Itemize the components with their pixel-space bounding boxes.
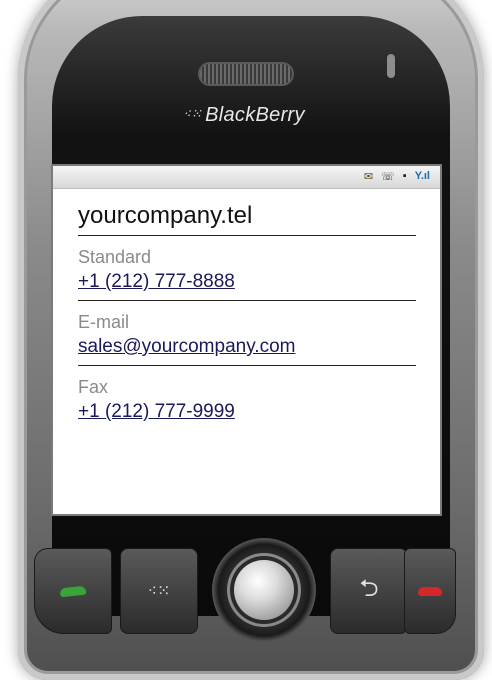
phone-green-icon xyxy=(59,585,87,597)
keypad-row: ⁖⁙ ⮌ xyxy=(34,538,456,642)
contact-entry-email: E-mail sales@yourcompany.com xyxy=(78,301,416,366)
phone-screen: ✉ ☏ ▪ Y.ıl yourcompany.tel Standard +1 (… xyxy=(51,164,442,516)
phone-red-icon xyxy=(418,586,442,596)
mail-icon: ✉ xyxy=(363,171,374,183)
blackberry-logo-icon: ⁖⁙ xyxy=(183,106,203,121)
contact-entry-standard: Standard +1 (212) 777-8888 xyxy=(78,236,416,301)
menu-button[interactable]: ⁖⁙ xyxy=(120,548,198,634)
back-button[interactable]: ⮌ xyxy=(330,548,408,634)
brand-name: BlackBerry xyxy=(205,104,305,126)
trackball-ball[interactable] xyxy=(234,560,294,620)
status-icons: ✉ ☏ ▪ Y.ıl xyxy=(364,170,430,183)
entry-label: Fax xyxy=(78,377,109,397)
fax-link[interactable]: +1 (212) 777-9999 xyxy=(78,398,416,426)
entry-label: Standard xyxy=(78,247,152,267)
back-arrow-icon: ⮌ xyxy=(359,574,379,602)
call-button[interactable] xyxy=(34,548,112,634)
blackberry-menu-icon: ⁖⁙ xyxy=(147,583,171,600)
contact-entry-fax: Fax +1 (212) 777-9999 xyxy=(78,366,416,430)
contact-card: yourcompany.tel Standard +1 (212) 777-88… xyxy=(78,202,416,430)
email-link[interactable]: sales@yourcompany.com xyxy=(78,333,416,361)
end-call-button[interactable] xyxy=(404,548,456,634)
status-bar: ✉ ☏ ▪ Y.ıl xyxy=(53,166,440,189)
call-log-icon: ☏ xyxy=(381,171,395,183)
earpiece-speaker xyxy=(200,64,292,84)
trackball[interactable] xyxy=(212,538,316,642)
notification-led xyxy=(387,54,395,78)
phone-link[interactable]: +1 (212) 777-8888 xyxy=(78,268,416,296)
brand-logo: ⁖⁙ BlackBerry xyxy=(183,104,305,127)
lock-icon: ▪ xyxy=(402,170,407,182)
company-title: yourcompany.tel xyxy=(78,202,416,236)
signal-icon: Y.ıl xyxy=(414,170,430,182)
entry-label: E-mail xyxy=(78,312,130,332)
